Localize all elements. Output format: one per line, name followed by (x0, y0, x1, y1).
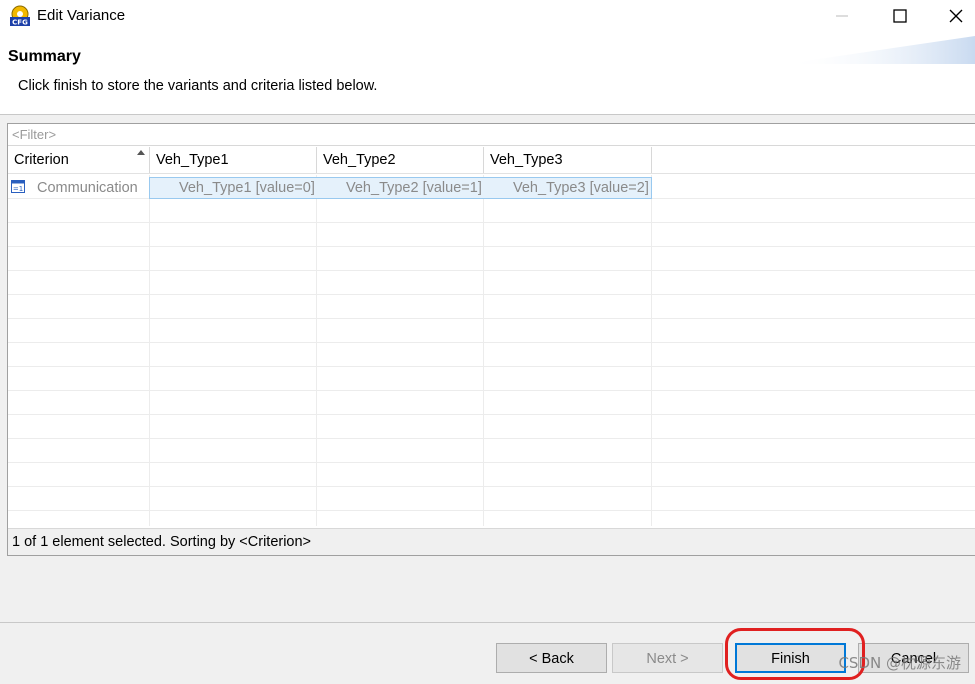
empty-row (8, 439, 975, 463)
maximize-icon (893, 9, 907, 23)
criterion-icon: =1 (11, 180, 25, 193)
empty-row (8, 415, 975, 439)
column-header-veh-type1[interactable]: Veh_Type1 (150, 147, 317, 173)
column-header-label: Veh_Type1 (156, 152, 229, 168)
cell-veh-type2: Veh_Type2 [value=1] (346, 180, 482, 196)
empty-row (8, 391, 975, 415)
cell-criterion: Communication (37, 180, 138, 196)
watermark: CSDN @枕源东游 (838, 654, 961, 672)
empty-row (8, 463, 975, 487)
page-description: Click finish to store the variants and c… (18, 78, 378, 94)
minimize-icon (836, 15, 848, 17)
finish-button[interactable]: Finish (735, 643, 846, 673)
column-header-veh-type2[interactable]: Veh_Type2 (317, 147, 484, 173)
column-header-veh-type3[interactable]: Veh_Type3 (484, 147, 652, 173)
edit-variance-dialog: CFG Edit Variance Summary Click finish t… (0, 0, 975, 684)
empty-row (8, 343, 975, 367)
sort-ascending-icon (137, 150, 145, 155)
table-body: =1 Communication Veh_Type1 [value=0] Veh… (8, 175, 975, 526)
empty-row (8, 223, 975, 247)
column-header-label: Criterion (14, 152, 69, 168)
close-icon (949, 9, 963, 23)
maximize-button[interactable] (876, 0, 924, 32)
empty-row (8, 487, 975, 511)
filter-field-wrapper (8, 124, 975, 146)
empty-row (8, 271, 975, 295)
filter-input[interactable] (8, 124, 975, 144)
wizard-header: Summary Click finish to store the varian… (0, 32, 975, 115)
back-button[interactable]: < Back (496, 643, 607, 673)
title-bar: CFG Edit Variance (0, 0, 975, 32)
empty-row (8, 367, 975, 391)
empty-row (8, 295, 975, 319)
variants-table-panel: Criterion Veh_Type1 Veh_Type2 Veh_Type3 (7, 123, 975, 556)
empty-row (8, 199, 975, 223)
window-title: Edit Variance (37, 7, 126, 24)
close-button[interactable] (932, 0, 975, 32)
table-row[interactable]: =1 Communication Veh_Type1 [value=0] Veh… (8, 175, 975, 199)
footer-divider (0, 622, 975, 623)
empty-row (8, 319, 975, 343)
column-header-label: Veh_Type2 (323, 152, 396, 168)
cfg-icon: CFG (10, 5, 30, 27)
banner-graphic (785, 36, 975, 64)
table-status: 1 of 1 element selected. Sorting by <Cri… (8, 528, 975, 555)
column-header-criterion[interactable]: Criterion (8, 147, 150, 173)
cell-veh-type1: Veh_Type1 [value=0] (179, 180, 315, 196)
next-button[interactable]: Next > (612, 643, 723, 673)
empty-row (8, 247, 975, 271)
svg-text:CFG: CFG (12, 19, 28, 27)
minimize-button[interactable] (818, 0, 866, 32)
column-header-label: Veh_Type3 (490, 152, 563, 168)
svg-text:=1: =1 (13, 185, 23, 193)
cell-veh-type3: Veh_Type3 [value=2] (513, 180, 649, 196)
table-header: Criterion Veh_Type1 Veh_Type2 Veh_Type3 (8, 147, 975, 174)
page-title: Summary (8, 48, 81, 65)
